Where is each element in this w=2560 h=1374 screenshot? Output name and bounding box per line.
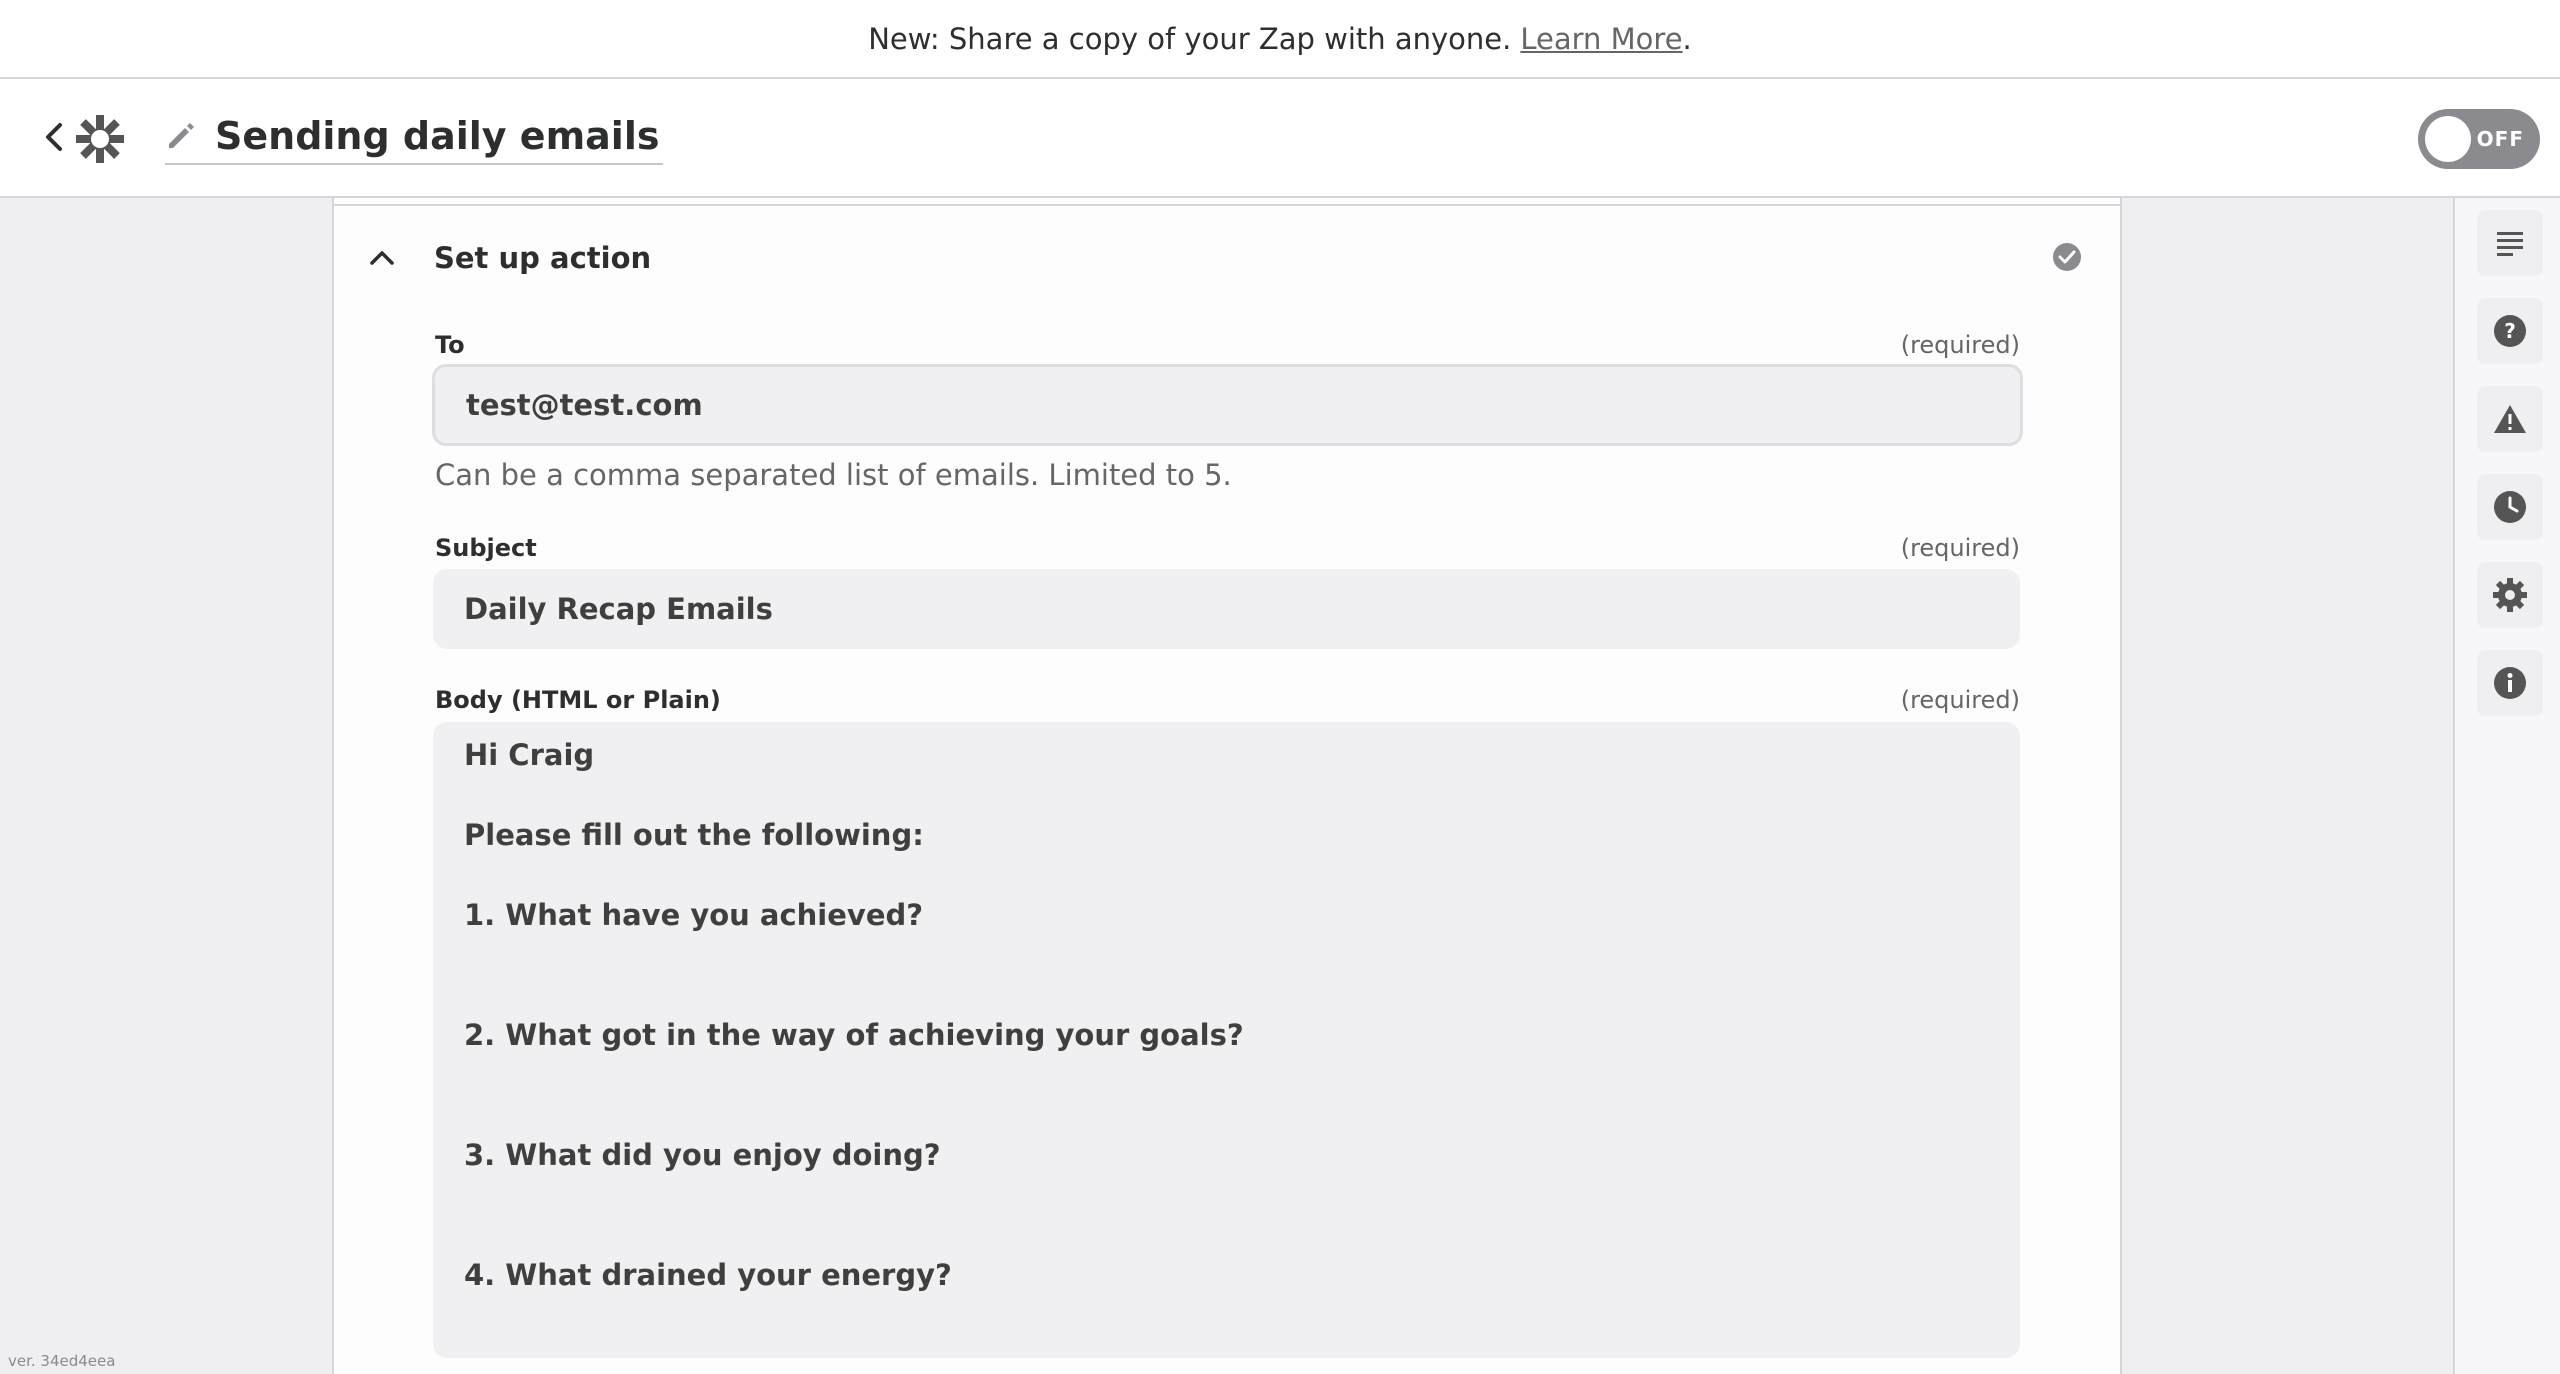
to-value: test@test.com bbox=[466, 388, 703, 422]
zap-header: Sending daily emails OFF bbox=[0, 79, 2560, 198]
zap-on-off-toggle[interactable]: OFF bbox=[2418, 109, 2540, 169]
banner-suffix: . bbox=[1682, 21, 1692, 56]
body-field[interactable]: Hi Craig Please fill out the following: … bbox=[433, 722, 2020, 1358]
to-label: To bbox=[435, 331, 465, 359]
editor-panel: Set up action To (required) test@test.co… bbox=[332, 198, 2122, 1374]
warning-icon bbox=[2494, 405, 2526, 433]
body-line: Hi Craig bbox=[464, 738, 595, 772]
to-help-text: Can be a comma separated list of emails.… bbox=[435, 458, 1232, 492]
body-line: 4. What drained your energy? bbox=[464, 1258, 952, 1292]
chevron-left-icon bbox=[46, 123, 62, 151]
history-button[interactable] bbox=[2477, 474, 2543, 540]
details-icon bbox=[2497, 232, 2523, 256]
body-line: 1. What have you achieved? bbox=[464, 898, 924, 932]
svg-text:?: ? bbox=[2504, 319, 2516, 343]
zap-title-editor[interactable]: Sending daily emails bbox=[165, 109, 664, 165]
warning-button[interactable] bbox=[2477, 386, 2543, 452]
history-icon bbox=[2494, 491, 2526, 523]
chevron-up-icon[interactable] bbox=[362, 238, 402, 278]
body-line: 3. What did you enjoy doing? bbox=[464, 1138, 941, 1172]
toggle-knob bbox=[2425, 116, 2471, 162]
zap-title: Sending daily emails bbox=[215, 114, 660, 158]
section-title: Set up action bbox=[434, 241, 652, 275]
subject-field[interactable]: Daily Recap Emails bbox=[433, 569, 2020, 649]
toggle-label: OFF bbox=[2476, 127, 2524, 151]
help-button[interactable]: ? bbox=[2477, 298, 2543, 364]
version-label: ver. 34ed4eea bbox=[8, 1352, 116, 1370]
section-header-set-up-action[interactable]: Set up action bbox=[362, 238, 2090, 278]
body-line: Please fill out the following: bbox=[464, 818, 924, 852]
settings-button[interactable] bbox=[2477, 562, 2543, 628]
announcement-banner: New: Share a copy of your Zap with anyon… bbox=[0, 0, 2560, 79]
settings-icon bbox=[2493, 578, 2527, 612]
subject-required: (required) bbox=[1900, 534, 2020, 562]
learn-more-link[interactable]: Learn More bbox=[1520, 22, 1682, 56]
to-field[interactable]: test@test.com bbox=[432, 364, 2023, 446]
body-label: Body (HTML or Plain) bbox=[435, 686, 721, 714]
zapier-logo-icon[interactable] bbox=[74, 113, 126, 165]
body-line: 2. What got in the way of achieving your… bbox=[464, 1018, 1244, 1052]
info-button[interactable] bbox=[2477, 650, 2543, 716]
help-icon: ? bbox=[2494, 315, 2526, 347]
banner-text: New: Share a copy of your Zap with anyon… bbox=[868, 21, 1512, 56]
to-required: (required) bbox=[1900, 331, 2020, 359]
subject-value: Daily Recap Emails bbox=[464, 592, 773, 626]
body-required: (required) bbox=[1900, 686, 2020, 714]
right-sidebar: ? bbox=[2453, 198, 2560, 1374]
check-circle-icon bbox=[2052, 242, 2082, 276]
details-button[interactable] bbox=[2477, 210, 2543, 276]
back-button[interactable] bbox=[36, 115, 72, 159]
subject-label: Subject bbox=[435, 534, 537, 562]
pencil-icon bbox=[169, 123, 194, 148]
divider bbox=[334, 204, 2120, 206]
info-icon bbox=[2494, 667, 2526, 699]
